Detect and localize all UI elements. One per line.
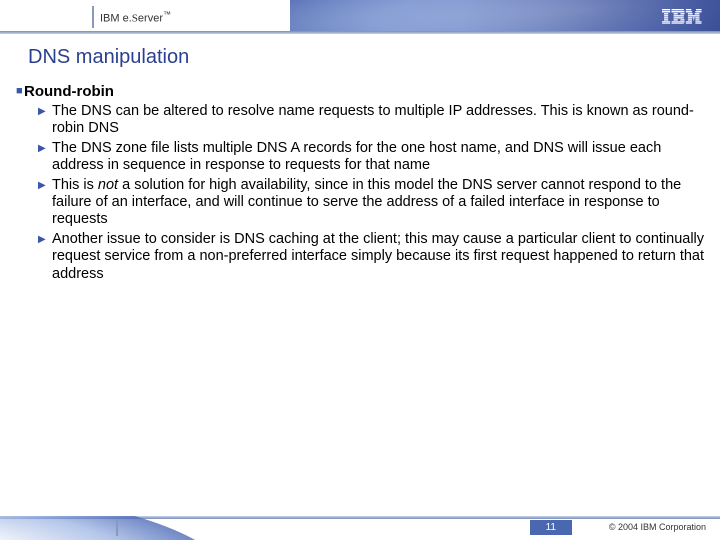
- copyright-text: © 2004 IBM Corporation: [609, 522, 706, 532]
- square-bullet-icon: ■: [16, 83, 24, 101]
- header-bar: IBM e.Server™: [0, 0, 720, 34]
- header-divider: [92, 6, 94, 28]
- bullet-text: Another issue to consider is DNS caching…: [52, 231, 710, 283]
- list-item: ▶ The DNS zone file lists multiple DNS A…: [16, 140, 710, 175]
- arrow-bullet-icon: ▶: [38, 103, 52, 138]
- footer-divider: [116, 520, 118, 536]
- arrow-bullet-icon: ▶: [38, 177, 52, 229]
- header-underline: [0, 31, 720, 34]
- header-brand: IBM e.Server™: [100, 10, 171, 25]
- header-swoosh-graphic: [290, 0, 720, 34]
- list-item: ▶ The DNS can be altered to resolve name…: [16, 103, 710, 138]
- slide-title: DNS manipulation: [0, 34, 720, 69]
- footer-swoosh-graphic: [0, 516, 300, 540]
- bullet-text: The DNS zone file lists multiple DNS A r…: [52, 140, 710, 175]
- section-heading: Round-robin: [24, 83, 114, 101]
- arrow-bullet-icon: ▶: [38, 231, 52, 283]
- ibm-logo-icon: [662, 9, 702, 24]
- footer-bar: 11 © 2004 IBM Corporation: [0, 516, 720, 540]
- content-area: ■ Round-robin ▶ The DNS can be altered t…: [0, 69, 720, 283]
- list-item: ▶ Another issue to consider is DNS cachi…: [16, 231, 710, 283]
- section-row: ■ Round-robin: [16, 83, 710, 101]
- bullet-text: The DNS can be altered to resolve name r…: [52, 103, 710, 138]
- page-number: 11: [530, 520, 572, 535]
- arrow-bullet-icon: ▶: [38, 140, 52, 175]
- list-item: ▶ This is not a solution for high availa…: [16, 177, 710, 229]
- bullet-text: This is not a solution for high availabi…: [52, 177, 710, 229]
